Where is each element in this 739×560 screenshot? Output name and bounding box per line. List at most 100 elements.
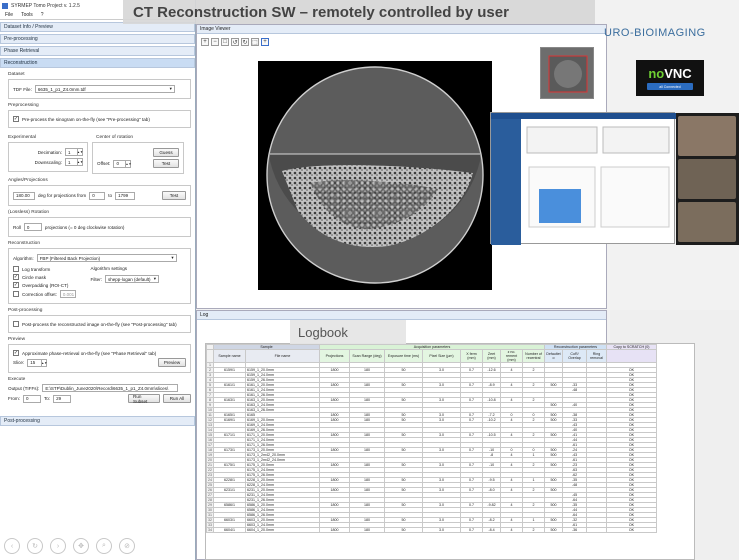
table-cell[interactable]: 1800 [319,527,350,533]
zoom-fit-icon[interactable]: □ [221,38,229,46]
overpadding-label: Overpadding (ROI-CT) [22,282,69,288]
angles-label: Angles/Projections [8,178,48,183]
offset-stepper[interactable]: 0 ▲▼ [113,159,132,168]
circle-mask-checkbox[interactable]: ✓ [13,274,19,280]
postproc-checkbox[interactable] [13,321,19,327]
dataset-group-label: Dataset [8,72,25,77]
table-cell[interactable]: 500 [544,527,563,533]
angles-box: 180.00 deg for projections from 0 to 179… [8,185,191,206]
rotate-right-icon[interactable]: ↻ [241,38,249,46]
logbook-overlay-label: Logbook [290,320,406,344]
table-cell[interactable]: -8.4 [482,527,501,533]
execute-group-label: Execute [8,377,26,382]
table-cell[interactable]: 3.0 [422,527,461,533]
preprocessing-group-label: Preprocessing [8,103,39,108]
table-cell[interactable]: OK [606,527,657,533]
menu-tools[interactable]: Tools [21,12,33,18]
forward-icon[interactable]: › [50,538,66,554]
decimation-stepper[interactable]: 1 ▲▼ [65,148,83,156]
menu-file[interactable]: File [5,12,13,18]
roll-input[interactable]: 0 [23,223,42,231]
roll-label: Roll [13,224,21,230]
section-reconstruction[interactable]: Reconstruction [0,58,195,68]
downscaling-value: 1 [68,159,71,165]
output-path-input[interactable]: E:\STP\Dublin_June2020\Record\6635_1_p1_… [42,384,179,392]
downscaling-stepper[interactable]: 1 ▲▼ [65,158,83,166]
table-cell[interactable]: 0.7 [460,527,483,533]
execute-area: Output (TIFFs): E:\STP\Dublin_June2020\R… [8,384,191,404]
table-cell[interactable]: -36 [562,527,587,533]
participant-video-1 [678,116,736,156]
preview-phase-checkbox[interactable]: ✓ [13,350,19,356]
preprocess-check-label: Pre-process the sinogram on-the-fly (see… [22,116,150,122]
table-cell[interactable]: 6604/1 [213,527,246,533]
rotation-label: (Lossless) Rotation [8,210,50,215]
log-transform-checkbox[interactable] [13,266,19,272]
back-icon[interactable]: ‹ [4,538,20,554]
correction-offset-input[interactable]: 0.001 [59,290,76,298]
test-button[interactable]: Test [153,159,179,168]
recon-box: Algorithm: FBP (Filtered Back Projection… [8,248,191,304]
video-controls: ‹ ↻ › ✥ ⌕ ⊘ [4,538,135,554]
from-projection-input[interactable]: 0 [89,191,106,200]
section-postprocessing[interactable]: Post-processing [0,416,195,426]
to-projection-input[interactable]: 1799 [115,191,136,200]
correction-offset-label: Correction offset: [22,291,57,297]
correction-offset-checkbox[interactable] [13,291,19,297]
table-cell[interactable]: 2 [522,527,545,533]
preview-button[interactable]: Preview [158,358,186,367]
select-region-icon[interactable]: ⬚ [251,38,259,46]
preprocessing-box: ✓ Pre-process the sinogram on-the-fly (s… [8,110,191,128]
ct-reconstruction-slice-image[interactable] [258,61,492,290]
filter-select[interactable]: shepp-logan (default) ▾ [105,275,160,283]
postproc-box: Post-process the reconstructed image on-… [8,315,191,333]
preview-box: ✓ Approximate phase-retrieval on-the-fly … [8,344,191,373]
exec-from-input[interactable]: 0 [23,394,41,403]
table-cell[interactable]: 180 [349,527,385,533]
group-header-copy: Copy to SCRATCH (0) [606,344,657,350]
slice-value: 15 [30,360,36,365]
zoom-in-icon[interactable]: + [201,38,209,46]
table-cell[interactable] [586,527,607,533]
pan-icon[interactable]: ✥ [73,538,89,554]
run-subset-button[interactable]: Run Subset [128,394,160,404]
column-header: Pixel Size (µm) [422,349,461,363]
experimental-label: Experimental [8,135,36,140]
run-all-button[interactable]: Run All [163,394,191,403]
menu-help[interactable]: ? [41,12,44,18]
section-preprocessing[interactable]: Pre-processing [0,34,195,44]
angle-text: deg for projections from [38,193,87,198]
algorithm-select[interactable]: FBP (Filtered Back Projection) ▾ [36,254,177,262]
rotate-left-icon[interactable]: ↺ [231,38,239,46]
offset-value: 0 [116,161,119,166]
overpadding-checkbox[interactable]: ✓ [13,282,19,288]
table-cell[interactable]: 6604_1_20.0mm [245,527,320,533]
row-number-header [206,349,214,363]
spin-arrows-icon: ▲▼ [77,158,83,166]
column-header: Number of recentral [522,349,545,363]
preprocess-checkbox[interactable]: ✓ [13,116,19,122]
thumbnail-preview[interactable] [540,47,594,99]
zoom-out-icon[interactable]: − [211,38,219,46]
novnc-logo: noVNC [648,66,691,81]
angles-test-button[interactable]: Test [162,191,186,200]
slice-stepper[interactable]: 15 ▲▼ [27,358,48,367]
thumbnail-graphic [548,55,588,93]
table-cell[interactable]: 50 [384,527,423,533]
webcam-participants [676,113,739,245]
column-header: Scan Range (deg) [349,349,385,363]
guess-button[interactable]: Guess [153,148,179,157]
angle-input[interactable]: 180.00 [13,191,35,200]
table-cell[interactable]: 4 [500,527,523,533]
novnc-connect-button[interactable]: all Connected [647,83,693,90]
roll-value: 0 [26,224,30,230]
tdf-file-select[interactable]: 6635_1_p1_Z4.0mm.tdf ▾ [34,85,175,93]
table-body: 1 2 6159/1 6159_1_20.0mm 1800 180 50 3.0 0.7 -12.… [206,362,657,533]
refresh-icon[interactable]: ↻ [27,538,43,554]
exec-to-input[interactable]: 29 [53,394,72,403]
crosshair-icon[interactable]: + [261,38,269,46]
section-phase-retrieval[interactable]: Phase Retrieval [0,46,195,56]
hide-icon[interactable]: ⊘ [119,538,135,554]
zoom-icon[interactable]: ⌕ [96,538,112,554]
reconstruction-app-window: SYRMEP Tomo Project v. 1.2.5 File Tools … [0,0,196,560]
